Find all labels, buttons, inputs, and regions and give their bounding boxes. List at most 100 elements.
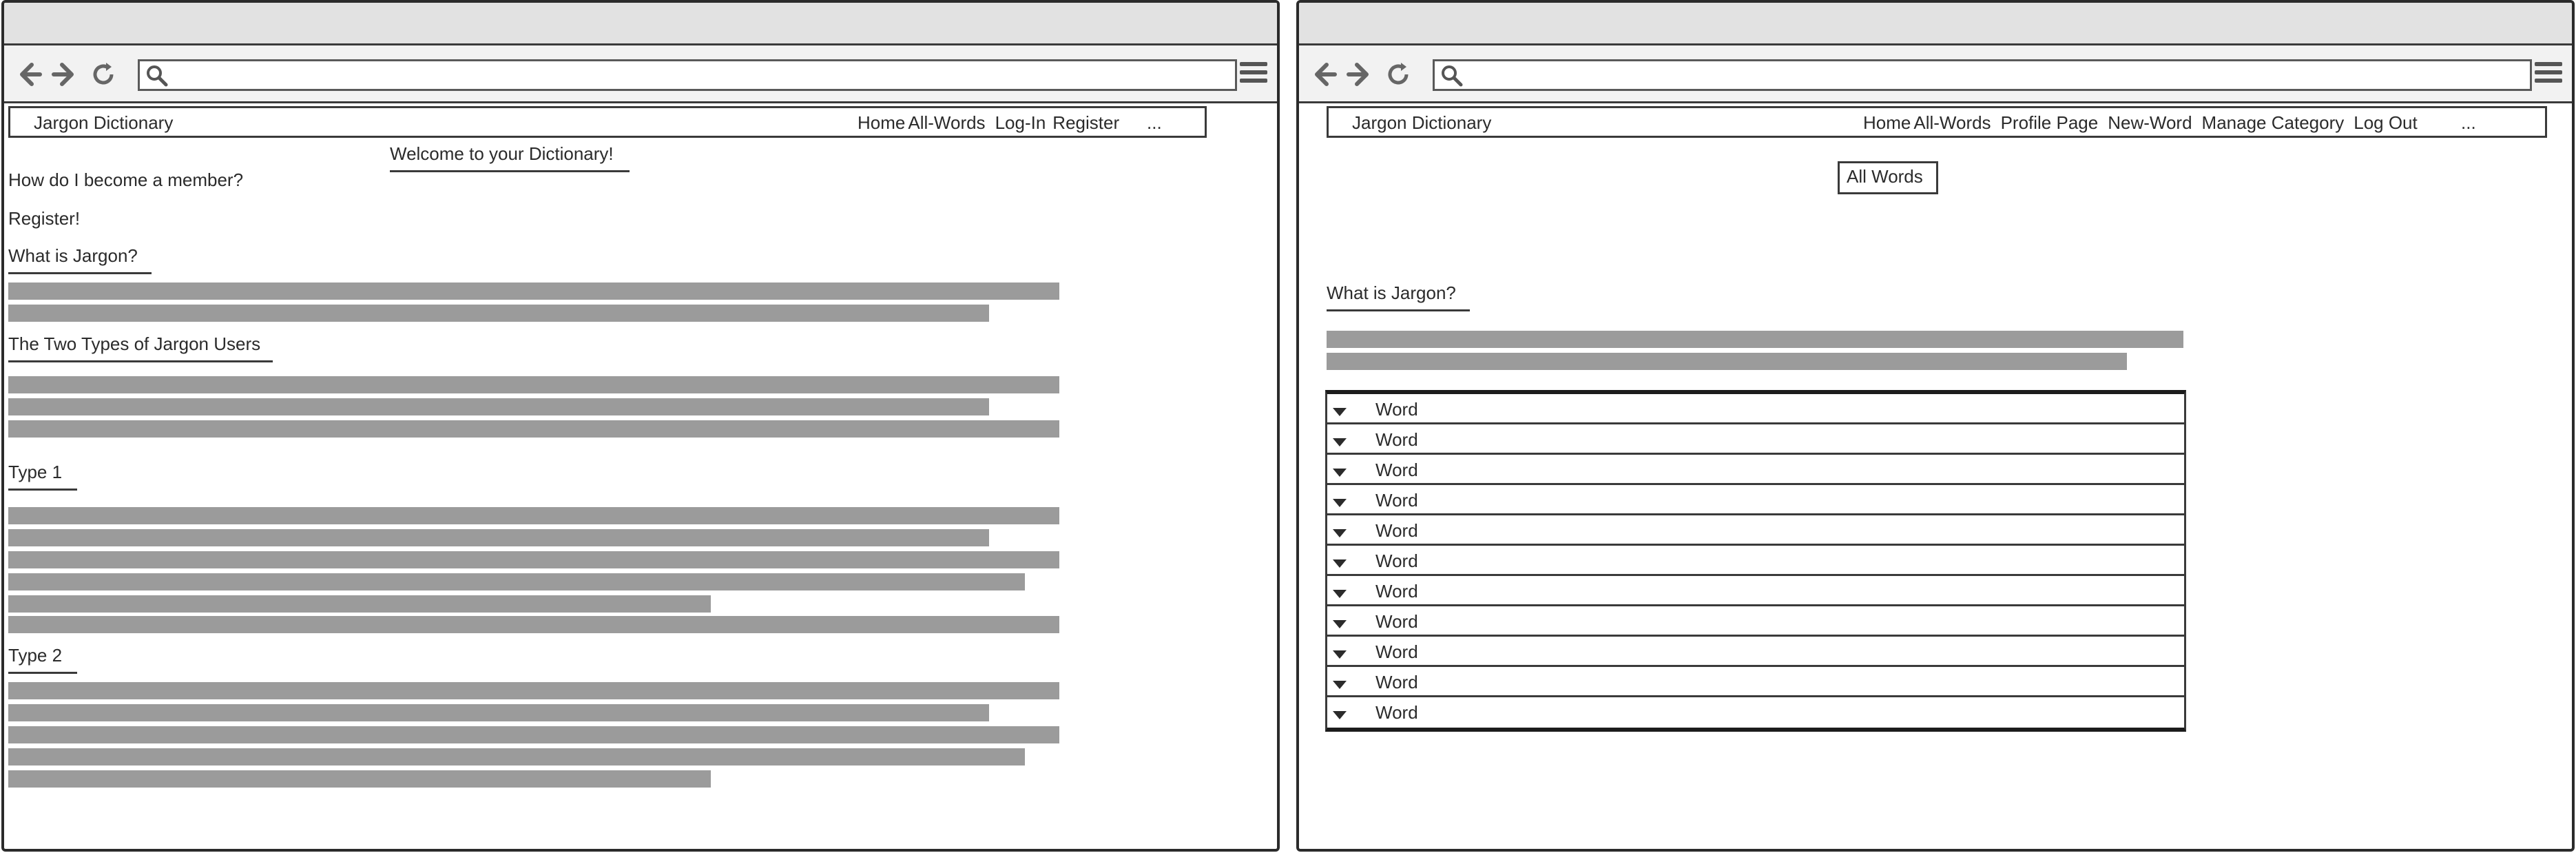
caret-down-icon[interactable]: [1331, 553, 1349, 568]
word-label: Word: [1375, 429, 1418, 450]
caret-down-icon[interactable]: [1331, 522, 1349, 537]
text-placeholder-line: [8, 704, 989, 721]
nav-link-home[interactable]: Home: [858, 112, 905, 134]
nav-link-manage-category[interactable]: Manage Category: [2202, 112, 2345, 134]
nav-link-all-words[interactable]: All-Words: [1913, 112, 1991, 134]
nav-link-new-word[interactable]: New-Word: [2108, 112, 2192, 134]
nav-links: Home All-Words Log-In Register: [858, 112, 1119, 134]
back-button[interactable]: [15, 59, 45, 90]
caret-down-icon[interactable]: [1331, 644, 1349, 659]
browser-menu-button[interactable]: [2535, 62, 2562, 90]
site-navbar: Jargon Dictionary Home All-Words Log-In …: [8, 106, 1207, 138]
browser-window-home: Jargon Dictionary Home All-Words Log-In …: [1, 0, 1280, 852]
word-label: Word: [1375, 641, 1418, 662]
text-placeholder-line: [8, 529, 989, 546]
arrow-left-icon: [1315, 63, 1337, 86]
site-brand[interactable]: Jargon Dictionary: [34, 112, 173, 134]
nav-more[interactable]: ...: [2461, 112, 2476, 134]
forward-button[interactable]: [48, 59, 79, 90]
page-content: Jargon Dictionary Home All-Words Profile…: [1299, 103, 2572, 849]
word-list-item[interactable]: Word: [1327, 455, 2184, 485]
url-input[interactable]: [1469, 63, 2526, 88]
address-bar[interactable]: [138, 59, 1237, 91]
welcome-heading: Welcome to your Dictionary!: [390, 143, 630, 172]
address-bar[interactable]: [1433, 59, 2532, 91]
text-placeholder-line: [8, 305, 989, 322]
word-label: Word: [1375, 490, 1418, 511]
hamburger-menu-icon: [2535, 62, 2562, 66]
word-label: Word: [1375, 581, 1418, 602]
caret-down-icon[interactable]: [1331, 583, 1349, 598]
url-input[interactable]: [174, 63, 1231, 88]
caret-down-icon[interactable]: [1331, 613, 1349, 628]
word-list-item[interactable]: Word: [1327, 424, 2184, 455]
search-icon: [147, 65, 168, 87]
nav-link-home[interactable]: Home: [1863, 112, 1911, 134]
word-label: Word: [1375, 399, 1418, 420]
reload-button[interactable]: [88, 59, 118, 90]
word-list-item[interactable]: Word: [1327, 546, 2184, 576]
word-label: Word: [1375, 551, 1418, 571]
text-placeholder-line: [8, 726, 1059, 743]
text-placeholder-line: [8, 573, 1025, 590]
word-list-item[interactable]: Word: [1327, 637, 2184, 667]
browser-toolbar: [1299, 45, 2572, 103]
word-label: Word: [1375, 611, 1418, 632]
search-icon: [1442, 65, 1463, 87]
all-words-title: All Words: [1838, 161, 1938, 194]
word-label: Word: [1375, 520, 1418, 541]
word-label: Word: [1375, 460, 1418, 480]
back-button[interactable]: [1310, 59, 1340, 90]
text-placeholder-line: [8, 616, 1059, 633]
nav-link-all-words[interactable]: All-Words: [908, 112, 985, 134]
nav-links: Home All-Words Profile Page New-Word Man…: [1863, 112, 2418, 134]
word-label: Word: [1375, 702, 1418, 723]
word-list-item[interactable]: Word: [1327, 394, 2184, 424]
text-placeholder-line: [1327, 331, 2183, 348]
text-placeholder-line: [8, 748, 1025, 765]
text-placeholder-line: [8, 282, 1059, 300]
text-placeholder-line: [8, 551, 1059, 568]
word-list-item[interactable]: Word: [1327, 485, 2184, 515]
word-list-item[interactable]: Word: [1327, 667, 2184, 697]
caret-down-icon[interactable]: [1331, 462, 1349, 477]
browser-menu-button[interactable]: [1240, 62, 1267, 90]
reload-icon: [93, 63, 114, 85]
text-placeholder-line: [8, 376, 1059, 393]
text-placeholder-line: [8, 398, 989, 415]
site-navbar: Jargon Dictionary Home All-Words Profile…: [1327, 106, 2547, 138]
what-is-jargon-heading: What is Jargon?: [1327, 282, 1470, 311]
page-content: Jargon Dictionary Home All-Words Log-In …: [4, 103, 1277, 849]
browser-toolbar: [4, 45, 1277, 103]
arrow-right-icon: [52, 63, 74, 86]
caret-down-icon[interactable]: [1331, 704, 1349, 719]
type-2-heading: Type 2: [8, 645, 77, 674]
reload-button[interactable]: [1383, 59, 1413, 90]
forward-button[interactable]: [1343, 59, 1373, 90]
nav-link-register[interactable]: Register: [1052, 112, 1119, 134]
nav-link-profile-page[interactable]: Profile Page: [2001, 112, 2099, 134]
type-1-heading: Type 1: [8, 462, 77, 491]
arrow-left-icon: [20, 63, 42, 86]
nav-link-log-out[interactable]: Log Out: [2354, 112, 2418, 134]
caret-down-icon[interactable]: [1331, 401, 1349, 416]
register-link[interactable]: Register!: [8, 208, 80, 229]
text-placeholder-line: [8, 507, 1059, 524]
text-placeholder-line: [8, 770, 711, 788]
word-list-item[interactable]: Word: [1327, 515, 2184, 546]
reload-icon: [1388, 63, 1409, 85]
nav-link-log-in[interactable]: Log-In: [995, 112, 1046, 134]
word-list-item[interactable]: Word: [1327, 606, 2184, 637]
text-placeholder-line: [8, 420, 1059, 438]
text-placeholder-line: [8, 595, 711, 613]
word-list-item[interactable]: Word: [1327, 697, 2184, 728]
text-placeholder-line: [1327, 353, 2127, 370]
caret-down-icon[interactable]: [1331, 431, 1349, 446]
nav-more[interactable]: ...: [1147, 112, 1162, 134]
caret-down-icon[interactable]: [1331, 674, 1349, 689]
caret-down-icon[interactable]: [1331, 492, 1349, 507]
arrow-right-icon: [1347, 63, 1369, 86]
membership-question: How do I become a member?: [8, 169, 244, 190]
site-brand[interactable]: Jargon Dictionary: [1352, 112, 1491, 134]
word-list-item[interactable]: Word: [1327, 576, 2184, 606]
